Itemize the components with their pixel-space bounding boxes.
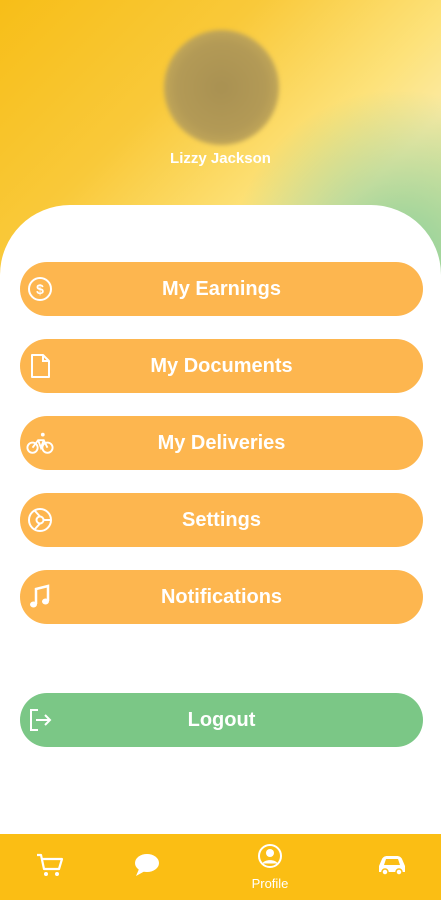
menu-label: My Deliveries <box>157 431 286 454</box>
notifications-button[interactable]: Notifications <box>20 570 423 624</box>
menu-label: Notifications <box>160 585 283 608</box>
car-icon <box>376 854 408 881</box>
avatar[interactable] <box>164 30 279 145</box>
logout-label: Logout <box>187 708 256 731</box>
settings-icon <box>26 506 54 534</box>
tab-cart[interactable] <box>10 834 90 900</box>
menu-label: My Earnings <box>162 277 281 300</box>
tab-profile-label: Profile <box>251 876 289 891</box>
chat-icon <box>133 852 161 883</box>
tab-car[interactable] <box>352 834 432 900</box>
music-note-icon <box>26 583 54 611</box>
my-deliveries-button[interactable]: My Deliveries <box>20 416 423 470</box>
my-earnings-button[interactable]: $ My Earnings <box>20 262 423 316</box>
profile-icon <box>257 843 283 874</box>
tab-chat[interactable] <box>107 834 187 900</box>
logout-icon <box>26 706 54 734</box>
document-icon <box>26 352 54 380</box>
settings-button[interactable]: Settings <box>20 493 423 547</box>
dollar-icon: $ <box>26 275 54 303</box>
svg-text:$: $ <box>36 281 44 297</box>
tab-profile[interactable]: Profile <box>230 834 310 900</box>
user-name: Lizzy Jackson <box>170 150 271 167</box>
bottom-tab-bar: Profile <box>0 834 441 900</box>
bicycle-icon <box>26 429 54 457</box>
menu-label: Settings <box>182 508 261 531</box>
cart-icon <box>36 852 64 883</box>
my-documents-button[interactable]: My Documents <box>20 339 423 393</box>
logout-button[interactable]: Logout <box>20 693 423 747</box>
menu-label: My Documents <box>150 354 293 377</box>
